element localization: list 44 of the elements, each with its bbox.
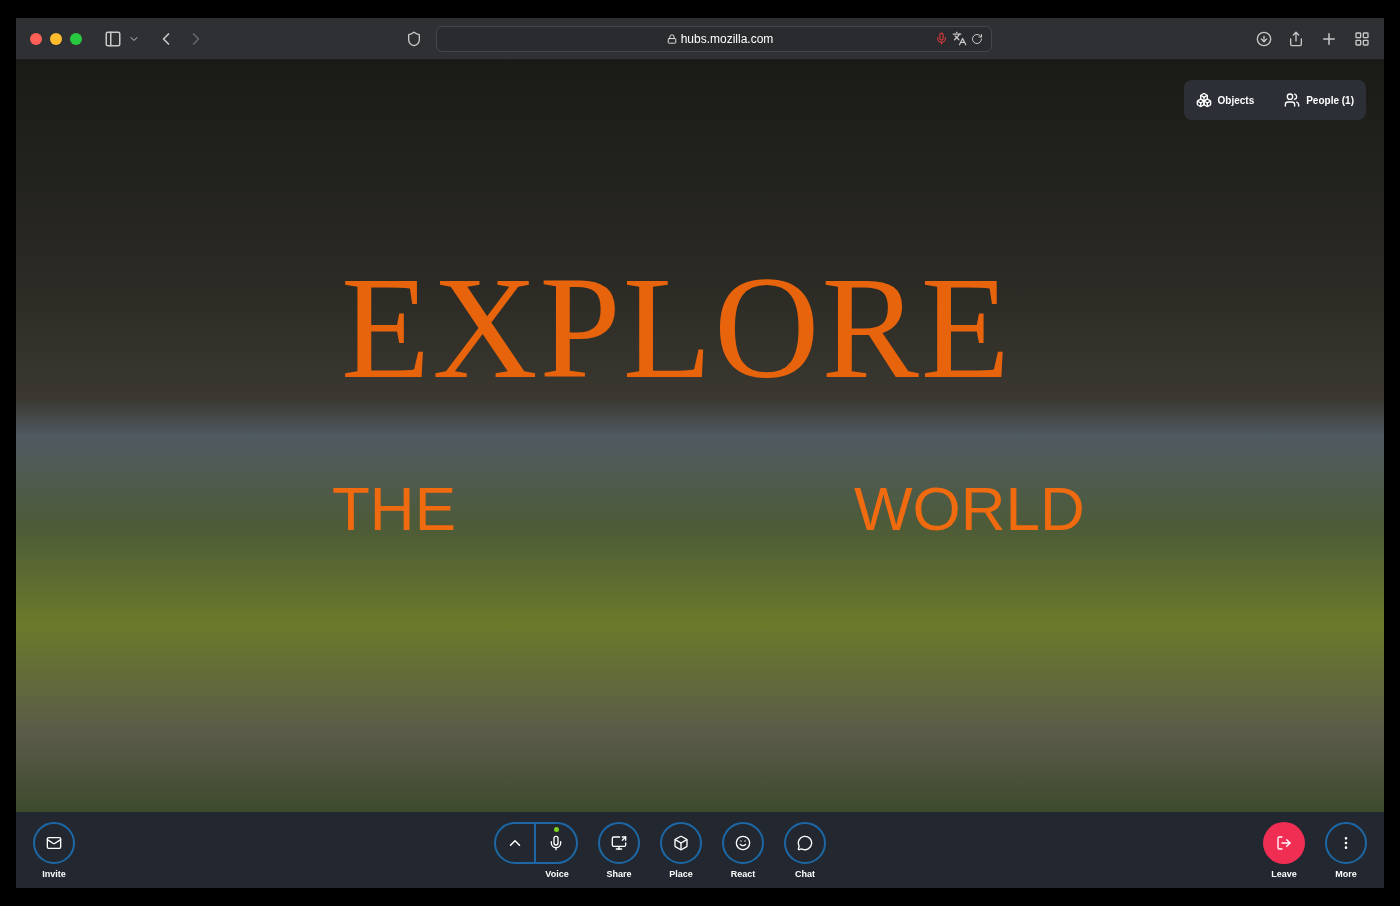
tab-grid-icon[interactable] — [1354, 30, 1370, 47]
exit-icon — [1276, 835, 1292, 851]
objects-button[interactable]: Objects — [1195, 92, 1255, 108]
more-button[interactable] — [1325, 822, 1367, 864]
address-bar[interactable]: hubs.mozilla.com — [436, 25, 992, 52]
lock-icon — [666, 33, 677, 44]
button-label: Chat — [795, 870, 815, 879]
scene-sign-text: EXPLORE — [341, 255, 1012, 401]
scene-sign-text: WORLD — [854, 478, 1085, 540]
people-icon — [1284, 92, 1301, 108]
smiley-icon — [735, 835, 751, 851]
share-button[interactable] — [598, 822, 640, 864]
close-window-icon[interactable] — [30, 32, 42, 45]
invite-button[interactable] — [33, 822, 75, 864]
mic-button[interactable] — [536, 822, 578, 864]
microphone-icon — [548, 835, 564, 851]
button-label: Voice — [545, 870, 569, 879]
scene-sign-text: THE — [332, 478, 456, 540]
mail-icon — [46, 835, 62, 851]
sidebar-icon[interactable] — [104, 29, 122, 48]
button-label: More — [1335, 870, 1357, 879]
microphone-icon[interactable] — [935, 32, 948, 45]
leave-button[interactable] — [1263, 822, 1305, 864]
button-label: React — [730, 870, 756, 879]
screen-share-icon — [611, 835, 627, 851]
button-label: Leave — [1271, 870, 1297, 879]
cube-icon — [673, 835, 689, 851]
translate-icon[interactable] — [952, 31, 967, 46]
share-icon[interactable] — [1288, 30, 1304, 47]
button-label: Invite — [42, 870, 66, 879]
place-button[interactable] — [660, 822, 702, 864]
people-button[interactable]: People (1) — [1284, 92, 1354, 108]
url-text: hubs.mozilla.com — [680, 30, 774, 48]
reload-icon[interactable] — [971, 32, 983, 45]
button-label: Place — [669, 870, 693, 879]
download-icon[interactable] — [1256, 30, 1272, 47]
chat-button[interactable] — [784, 822, 826, 864]
button-label: Share — [606, 870, 632, 879]
shield-icon[interactable] — [406, 30, 422, 47]
react-button[interactable] — [722, 822, 764, 864]
cubes-icon — [1195, 92, 1212, 108]
maximize-window-icon[interactable] — [70, 32, 82, 45]
speech-bubble-icon — [797, 835, 813, 851]
minimize-window-icon[interactable] — [50, 32, 62, 45]
